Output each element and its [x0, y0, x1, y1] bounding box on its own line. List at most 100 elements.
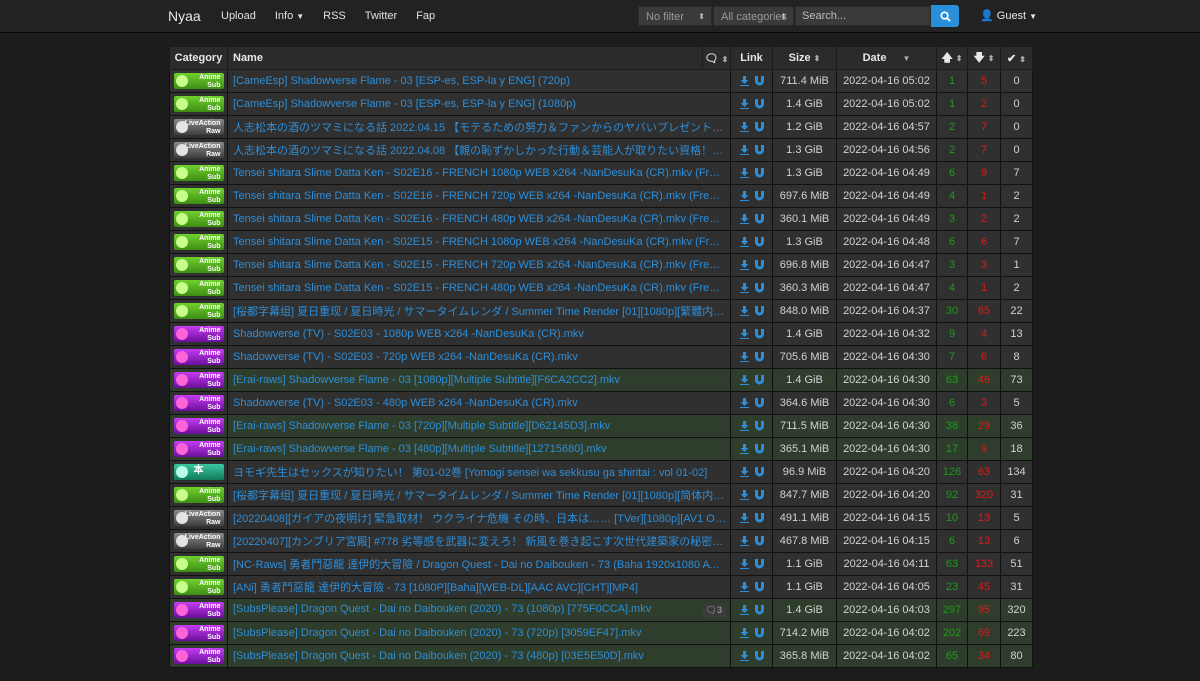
- search-input[interactable]: [795, 6, 931, 26]
- torrent-title[interactable]: 人志松本の酒のツマミになる話 2022.04.15 【モテるための努力＆ファンか…: [233, 122, 730, 134]
- torrent-name[interactable]: 人志松本の酒のツマミになる話 2022.04.15 【モテるための努力＆ファンか…: [227, 115, 731, 139]
- magnet-icon[interactable]: [754, 76, 764, 86]
- search-button[interactable]: [931, 5, 959, 27]
- torrent-title[interactable]: [SubsPlease] Dragon Quest - Dai no Daibo…: [233, 650, 644, 662]
- torrent-title[interactable]: Shadowverse (TV) - S02E03 - 720p WEB x26…: [233, 351, 578, 363]
- torrent-name[interactable]: [SubsPlease] Dragon Quest - Dai no Daibo…: [227, 644, 731, 668]
- nav-info[interactable]: Info ▼: [275, 10, 304, 22]
- magnet-icon[interactable]: [754, 467, 764, 477]
- magnet-icon[interactable]: [754, 283, 764, 293]
- download-icon[interactable]: [739, 76, 749, 86]
- magnet-icon[interactable]: [754, 536, 764, 546]
- torrent-name[interactable]: Tensei shitara Slime Datta Ken - S02E16 …: [227, 161, 731, 185]
- torrent-title[interactable]: 人志松本の酒のツマミになる話 2022.04.08 【親の恥ずかしかった行動＆芸…: [233, 145, 730, 157]
- torrent-title[interactable]: [桜都字幕组] 夏日重现 / 夏日時光 / サマータイムレンダ / Summer…: [233, 306, 727, 318]
- col-downloads[interactable]: ✔ ⬍: [1000, 46, 1033, 70]
- magnet-icon[interactable]: [754, 168, 764, 178]
- category-badge[interactable]: Anime Sub: [173, 280, 224, 296]
- magnet-icon[interactable]: [754, 329, 764, 339]
- category-badge[interactable]: 本: [173, 464, 224, 480]
- category-badge[interactable]: LiveAction Raw: [173, 119, 224, 135]
- torrent-name[interactable]: [桜都字幕组] 夏日重现 / 夏日時光 / サマータイムレンダ / Summer…: [227, 299, 731, 323]
- download-icon[interactable]: [739, 99, 749, 109]
- torrent-name[interactable]: [CameEsp] Shadowverse Flame - 03 [ESP-es…: [227, 69, 731, 93]
- torrent-title[interactable]: [NC-Raws] 勇者鬥惡龍 達伊的大冒險 / Dragon Quest - …: [233, 559, 730, 571]
- torrent-title[interactable]: [20220408][ガイアの夜明け] 緊急取材！ ウクライナ危機 その時、日本…: [233, 513, 730, 525]
- download-icon[interactable]: [739, 444, 749, 454]
- col-seeders[interactable]: 🡅 ⬍: [936, 46, 968, 70]
- torrent-title[interactable]: Shadowverse (TV) - S02E03 - 1080p WEB x2…: [233, 328, 584, 340]
- category-badge[interactable]: Anime Sub: [173, 234, 224, 250]
- torrent-name[interactable]: Tensei shitara Slime Datta Ken - S02E15 …: [227, 276, 731, 300]
- torrent-title[interactable]: ヨモギ先生はセックスが知りたい！ 第01-02巻 [Yomogi sensei …: [233, 467, 707, 479]
- torrent-name[interactable]: [Erai-raws] Shadowverse Flame - 03 [720p…: [227, 414, 731, 438]
- torrent-name[interactable]: Shadowverse (TV) - S02E03 - 720p WEB x26…: [227, 345, 731, 369]
- category-badge[interactable]: Anime Sub: [173, 418, 224, 434]
- torrent-name[interactable]: Shadowverse (TV) - S02E03 - 1080p WEB x2…: [227, 322, 731, 346]
- category-badge[interactable]: Anime Sub: [173, 257, 224, 273]
- torrent-title[interactable]: Tensei shitara Slime Datta Ken - S02E16 …: [233, 213, 730, 225]
- magnet-icon[interactable]: [754, 99, 764, 109]
- download-icon[interactable]: [739, 122, 749, 132]
- magnet-icon[interactable]: [754, 375, 764, 385]
- torrent-name[interactable]: Tensei shitara Slime Datta Ken - S02E16 …: [227, 207, 731, 231]
- category-badge[interactable]: LiveAction Raw: [173, 533, 224, 549]
- download-icon[interactable]: [739, 628, 749, 638]
- magnet-icon[interactable]: [754, 191, 764, 201]
- col-leechers[interactable]: 🡇 ⬍: [967, 46, 1001, 70]
- torrent-name[interactable]: [NC-Raws] 勇者鬥惡龍 達伊的大冒險 / Dragon Quest - …: [227, 552, 731, 576]
- download-icon[interactable]: [739, 145, 749, 155]
- category-badge[interactable]: Anime Sub: [173, 211, 224, 227]
- magnet-icon[interactable]: [754, 421, 764, 431]
- download-icon[interactable]: [739, 191, 749, 201]
- magnet-icon[interactable]: [754, 513, 764, 523]
- torrent-name[interactable]: 🗨3 [SubsPlease] Dragon Quest - Dai no Da…: [227, 598, 731, 622]
- col-category[interactable]: Category: [169, 46, 228, 70]
- category-badge[interactable]: Anime Sub: [173, 73, 224, 89]
- torrent-title[interactable]: [ANi] 勇者鬥惡龍 達伊的大冒險 - 73 [1080P][Baha][WE…: [233, 582, 638, 594]
- torrent-title[interactable]: Tensei shitara Slime Datta Ken - S02E15 …: [233, 259, 730, 271]
- download-icon[interactable]: [739, 559, 749, 569]
- filter-select[interactable]: No filter ⬍: [638, 6, 712, 26]
- magnet-icon[interactable]: [754, 651, 764, 661]
- torrent-title[interactable]: [CameEsp] Shadowverse Flame - 03 [ESP-es…: [233, 98, 576, 110]
- download-icon[interactable]: [739, 605, 749, 615]
- category-badge[interactable]: Anime Sub: [173, 303, 224, 319]
- torrent-title[interactable]: Tensei shitara Slime Datta Ken - S02E16 …: [233, 167, 730, 179]
- comment-count[interactable]: 🗨3: [701, 604, 726, 617]
- torrent-title[interactable]: Shadowverse (TV) - S02E03 - 480p WEB x26…: [233, 397, 578, 409]
- category-badge[interactable]: Anime Sub: [173, 487, 224, 503]
- magnet-icon[interactable]: [754, 605, 764, 615]
- download-icon[interactable]: [739, 582, 749, 592]
- category-badge[interactable]: Anime Sub: [173, 602, 224, 618]
- category-badge[interactable]: Anime Sub: [173, 441, 224, 457]
- torrent-title[interactable]: Tensei shitara Slime Datta Ken - S02E15 …: [233, 282, 730, 294]
- category-badge[interactable]: LiveAction Raw: [173, 142, 224, 158]
- category-badge[interactable]: Anime Sub: [173, 579, 224, 595]
- category-badge[interactable]: Anime Sub: [173, 349, 224, 365]
- torrent-name[interactable]: [SubsPlease] Dragon Quest - Dai no Daibo…: [227, 621, 731, 645]
- category-badge[interactable]: Anime Sub: [173, 165, 224, 181]
- download-icon[interactable]: [739, 329, 749, 339]
- magnet-icon[interactable]: [754, 352, 764, 362]
- torrent-name[interactable]: Tensei shitara Slime Datta Ken - S02E16 …: [227, 184, 731, 208]
- download-icon[interactable]: [739, 352, 749, 362]
- nav-twitter[interactable]: Twitter: [365, 10, 397, 22]
- torrent-name[interactable]: [Erai-raws] Shadowverse Flame - 03 [1080…: [227, 368, 731, 392]
- torrent-title[interactable]: [CameEsp] Shadowverse Flame - 03 [ESP-es…: [233, 75, 570, 87]
- download-icon[interactable]: [739, 237, 749, 247]
- torrent-name[interactable]: [20220408][ガイアの夜明け] 緊急取材！ ウクライナ危機 その時、日本…: [227, 506, 731, 530]
- download-icon[interactable]: [739, 306, 749, 316]
- col-size[interactable]: Size ⬍: [772, 46, 837, 70]
- magnet-icon[interactable]: [754, 122, 764, 132]
- download-icon[interactable]: [739, 490, 749, 500]
- col-date[interactable]: Date ▼: [836, 46, 937, 70]
- torrent-title[interactable]: [20220407][カンブリア宮殿] #778 劣等感を武器に変えろ！ 新風を…: [233, 536, 730, 548]
- col-name[interactable]: Name: [227, 46, 703, 70]
- category-badge[interactable]: Anime Sub: [173, 188, 224, 204]
- category-badge[interactable]: Anime Sub: [173, 556, 224, 572]
- torrent-name[interactable]: [CameEsp] Shadowverse Flame - 03 [ESP-es…: [227, 92, 731, 116]
- torrent-name[interactable]: Shadowverse (TV) - S02E03 - 480p WEB x26…: [227, 391, 731, 415]
- download-icon[interactable]: [739, 536, 749, 546]
- torrent-name[interactable]: [Erai-raws] Shadowverse Flame - 03 [480p…: [227, 437, 731, 461]
